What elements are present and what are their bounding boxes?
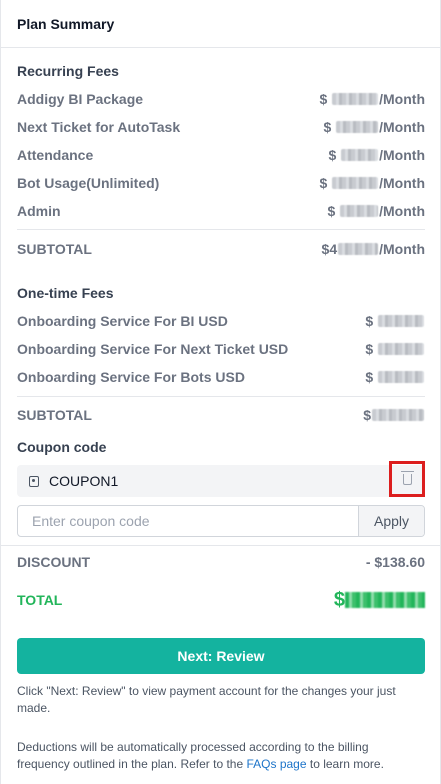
fee-row-bot-usage: Bot Usage(Unlimited) $ /Month bbox=[17, 173, 425, 193]
applied-coupon-code: COUPON1 bbox=[49, 473, 119, 489]
recurring-subtotal-row: SUBTOTAL $4/Month bbox=[17, 239, 425, 259]
subtotal-label: SUBTOTAL bbox=[17, 407, 92, 423]
divider bbox=[17, 396, 425, 397]
redacted-amount bbox=[345, 592, 425, 608]
onetime-subtotal-row: SUBTOTAL $ bbox=[17, 405, 425, 425]
redacted-amount bbox=[341, 149, 379, 161]
remove-coupon-button[interactable] bbox=[389, 461, 425, 497]
discount-label: DISCOUNT bbox=[17, 554, 91, 570]
plan-summary-panel: Plan Summary Recurring Fees Addigy BI Pa… bbox=[0, 0, 441, 784]
coupon-code-title: Coupon code bbox=[17, 439, 107, 455]
discount-row: DISCOUNT - $138.60 bbox=[17, 552, 425, 572]
fee-label: Admin bbox=[17, 203, 61, 219]
fee-price: $ bbox=[365, 369, 425, 385]
faqs-link[interactable]: FAQs page bbox=[246, 757, 306, 771]
discount-value: - $138.60 bbox=[365, 554, 425, 570]
fee-row-next-ticket: Next Ticket for AutoTask $ /Month bbox=[17, 117, 425, 137]
divider bbox=[17, 229, 425, 230]
fee-price: $ /Month bbox=[327, 203, 425, 219]
subtotal-price: $ bbox=[363, 407, 425, 423]
fee-label: Onboarding Service For Next Ticket USD bbox=[17, 341, 289, 357]
panel-header: Plan Summary bbox=[1, 0, 440, 48]
total-label: TOTAL bbox=[17, 592, 63, 608]
redacted-amount bbox=[378, 371, 424, 383]
redacted-amount bbox=[340, 205, 379, 217]
redacted-amount bbox=[378, 343, 424, 355]
fee-price: $ bbox=[365, 341, 425, 357]
fee-label: Onboarding Service For BI USD bbox=[17, 313, 228, 329]
redacted-amount bbox=[332, 93, 379, 105]
fee-label: Onboarding Service For Bots USD bbox=[17, 369, 245, 385]
divider bbox=[1, 545, 441, 546]
fee-row-onboarding-bots: Onboarding Service For Bots USD $ bbox=[17, 367, 425, 387]
panel-title: Plan Summary bbox=[17, 16, 115, 32]
redacted-amount bbox=[332, 177, 379, 189]
deduction-note: Deductions will be automatically process… bbox=[17, 740, 384, 771]
apply-coupon-button[interactable]: Apply bbox=[358, 506, 424, 536]
coupon-code-input[interactable] bbox=[18, 506, 358, 536]
next-review-button[interactable]: Next: Review bbox=[17, 638, 425, 674]
total-row: TOTAL $ bbox=[17, 588, 425, 612]
subtotal-price: $4/Month bbox=[321, 241, 425, 257]
trash-icon bbox=[400, 470, 414, 485]
fee-row-onboarding-next-ticket: Onboarding Service For Next Ticket USD $ bbox=[17, 339, 425, 359]
fee-row-onboarding-bi: Onboarding Service For BI USD $ bbox=[17, 311, 425, 331]
coupon-input-group: Apply bbox=[17, 505, 425, 537]
fee-price: $ /Month bbox=[319, 175, 425, 191]
fee-price: $ /Month bbox=[323, 119, 425, 135]
recurring-fees-title: Recurring Fees bbox=[17, 63, 119, 79]
tag-icon bbox=[29, 475, 39, 487]
total-price: $ bbox=[334, 589, 425, 612]
redacted-amount bbox=[338, 243, 379, 255]
review-note: Click "Next: Review" to view payment acc… bbox=[17, 684, 396, 715]
fee-price: $ bbox=[365, 313, 425, 329]
redacted-amount bbox=[336, 121, 379, 133]
onetime-fees-title: One-time Fees bbox=[17, 285, 114, 301]
fee-label: Next Ticket for AutoTask bbox=[17, 119, 181, 135]
applied-coupon: COUPON1 bbox=[17, 461, 425, 497]
fee-row-attendance: Attendance $ /Month bbox=[17, 145, 425, 165]
fee-row-admin: Admin $ /Month bbox=[17, 201, 425, 221]
fee-label: Addigy BI Package bbox=[17, 91, 144, 107]
fee-row-addigy-bi: Addigy BI Package $ /Month bbox=[17, 89, 425, 109]
fee-label: Bot Usage(Unlimited) bbox=[17, 175, 160, 191]
subtotal-label: SUBTOTAL bbox=[17, 241, 92, 257]
redacted-amount bbox=[372, 409, 424, 421]
fee-price: $ /Month bbox=[319, 91, 425, 107]
fee-price: $ /Month bbox=[328, 147, 425, 163]
fee-label: Attendance bbox=[17, 147, 94, 163]
redacted-amount bbox=[378, 315, 424, 327]
